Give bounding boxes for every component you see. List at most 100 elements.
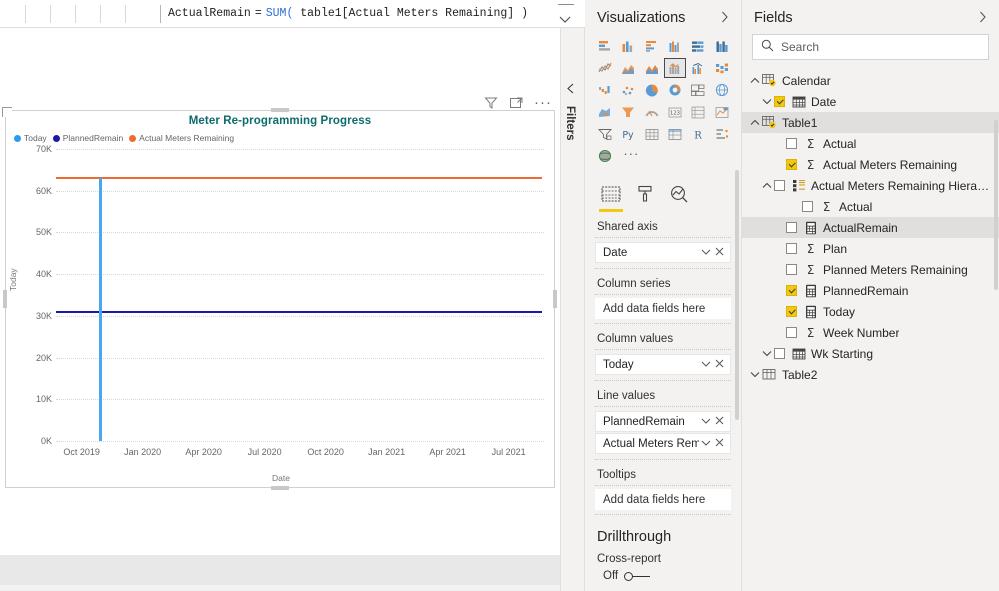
well-field-chip[interactable]: Actual Meters Remainin: [595, 433, 731, 454]
field-tree-row[interactable]: Σ Plan: [742, 238, 999, 259]
well-field-chip[interactable]: PlannedRemain: [595, 411, 731, 432]
chart-today-column[interactable]: [98, 178, 102, 441]
chevron-down-icon[interactable]: [760, 97, 774, 107]
clustered-bar-chart-icon[interactable]: [641, 36, 663, 56]
field-wells[interactable]: Shared axis Date Column series Add data fie…: [585, 212, 741, 515]
focus-mode-icon[interactable]: [509, 96, 524, 111]
r-script-visual-icon[interactable]: R: [687, 124, 709, 144]
filters-pane-collapsed[interactable]: Filters: [560, 28, 585, 591]
pie-chart-icon[interactable]: [641, 80, 663, 100]
more-options-ellipsis[interactable]: ···: [534, 95, 552, 110]
chart-series-line[interactable]: [56, 310, 542, 313]
matrix-icon[interactable]: [664, 124, 686, 144]
fields-tree[interactable]: Calendar Date Table1 Σ Actual Σ Actual Meters …: [742, 70, 999, 385]
chevron-up-icon[interactable]: [760, 181, 774, 191]
filled-map-icon[interactable]: [594, 102, 616, 122]
well-dropzone[interactable]: Add data fields here: [595, 485, 731, 515]
chevron-down-icon[interactable]: [699, 438, 713, 449]
well-field-chip[interactable]: Today: [595, 354, 731, 375]
stacked-bar-chart-icon[interactable]: [594, 36, 616, 56]
toggle-knob[interactable]: [624, 571, 634, 581]
clustered-column-chart-icon[interactable]: [664, 36, 686, 56]
table-icon[interactable]: [641, 124, 663, 144]
field-checkbox[interactable]: [774, 348, 785, 359]
close-x-icon[interactable]: [713, 416, 726, 428]
field-checkbox[interactable]: [802, 201, 813, 212]
field-tree-row[interactable]: Wk Starting: [742, 343, 999, 364]
well-placeholder[interactable]: Add data fields here: [595, 489, 731, 510]
chevron-down-icon[interactable]: [748, 370, 762, 380]
map-icon[interactable]: [711, 80, 733, 100]
multi-row-card-icon[interactable]: [687, 102, 709, 122]
field-tree-row[interactable]: Table2: [742, 364, 999, 385]
field-tree-row[interactable]: Σ Actual Meters Remaining: [742, 154, 999, 175]
field-tree-row[interactable]: Calendar: [742, 70, 999, 91]
line-and-clustered-column-chart-icon[interactable]: [687, 58, 709, 78]
field-tree-row[interactable]: Σ Actual: [742, 196, 999, 217]
field-checkbox[interactable]: [774, 96, 785, 107]
line-and-column-chart-visual[interactable]: Meter Re-programming Progress Today Plann…: [2, 107, 557, 490]
format-tab[interactable]: [637, 185, 654, 212]
formula-expression[interactable]: ActualRemain = SUM( table1[Actual Meters R…: [168, 7, 528, 20]
search-input[interactable]: Search: [781, 40, 819, 54]
field-checkbox[interactable]: [786, 138, 797, 149]
field-tree-row[interactable]: PlannedRemain: [742, 280, 999, 301]
chevron-right-icon[interactable]: [721, 11, 729, 26]
chevron-left-icon[interactable]: [566, 83, 575, 97]
fields-pane[interactable]: Fields Search Calendar Date Table1 Σ Actual Σ…: [742, 0, 999, 591]
field-checkbox[interactable]: [786, 159, 797, 170]
card-icon[interactable]: 123: [664, 102, 686, 122]
decomposition-tree-icon[interactable]: [711, 124, 733, 144]
100-percent-stacked-column-chart-icon[interactable]: [711, 36, 733, 56]
field-checkbox[interactable]: [774, 180, 785, 191]
formula-expand-chevron-down-icon[interactable]: [551, 0, 579, 28]
field-tree-row[interactable]: Σ Planned Meters Remaining: [742, 259, 999, 280]
cross-report-toggle-row[interactable]: Off: [585, 567, 741, 582]
field-checkbox[interactable]: [786, 327, 797, 338]
gauge-chart-icon[interactable]: [641, 102, 663, 122]
kpi-icon[interactable]: [711, 102, 733, 122]
chevron-up-icon[interactable]: [748, 76, 762, 86]
visualizations-pane-scrollbar[interactable]: [735, 170, 739, 420]
stacked-area-chart-icon[interactable]: [641, 58, 663, 78]
close-x-icon[interactable]: [713, 438, 726, 450]
chevron-down-icon[interactable]: [699, 247, 713, 258]
100-percent-stacked-bar-chart-icon[interactable]: [687, 36, 709, 56]
well-field-chip[interactable]: Date: [595, 242, 731, 263]
treemap-icon[interactable]: [687, 80, 709, 100]
close-x-icon[interactable]: [713, 359, 726, 371]
close-x-icon[interactable]: [713, 247, 726, 259]
field-tree-row[interactable]: Σ Actual: [742, 133, 999, 154]
python-visual-icon[interactable]: Py: [617, 124, 639, 144]
fields-tab[interactable]: [599, 186, 623, 212]
field-tree-row[interactable]: Σ Week Number: [742, 322, 999, 343]
field-tree-row[interactable]: ActualRemain: [742, 217, 999, 238]
field-checkbox[interactable]: [786, 222, 797, 233]
well-dropzone[interactable]: Date: [595, 237, 731, 269]
more-visuals-ellipsis[interactable]: ···: [617, 146, 733, 166]
chart-series-line[interactable]: [56, 177, 542, 180]
analytics-tab[interactable]: [670, 185, 689, 212]
well-dropzone[interactable]: Add data fields here: [595, 294, 731, 324]
waterfall-chart-icon[interactable]: [594, 80, 616, 100]
chevron-down-icon[interactable]: [699, 359, 713, 370]
field-checkbox[interactable]: [786, 285, 797, 296]
field-checkbox[interactable]: [786, 306, 797, 317]
slicer-icon[interactable]: [594, 124, 616, 144]
funnel-chart-icon[interactable]: [617, 102, 639, 122]
ribbon-chart-icon[interactable]: [711, 58, 733, 78]
chevron-right-icon[interactable]: [979, 11, 987, 26]
field-checkbox[interactable]: [786, 264, 797, 275]
resize-handle-top[interactable]: [271, 108, 289, 112]
formula-bar[interactable]: ActualRemain = SUM( table1[Actual Meters R…: [0, 0, 585, 28]
well-dropzone[interactable]: PlannedRemain Actual Meters Remainin: [595, 406, 731, 460]
well-placeholder[interactable]: Add data fields here: [595, 298, 731, 319]
chevron-down-icon[interactable]: [760, 349, 774, 359]
chevron-up-icon[interactable]: [748, 118, 762, 128]
line-and-stacked-column-chart-icon[interactable]: [664, 58, 686, 78]
field-tree-row[interactable]: Date: [742, 91, 999, 112]
area-chart-icon[interactable]: [617, 58, 639, 78]
field-checkbox[interactable]: [786, 243, 797, 254]
visualizations-pane[interactable]: Visualizations 123 Py R ··· Shared axis …: [585, 0, 742, 591]
chevron-down-icon[interactable]: [699, 416, 713, 427]
